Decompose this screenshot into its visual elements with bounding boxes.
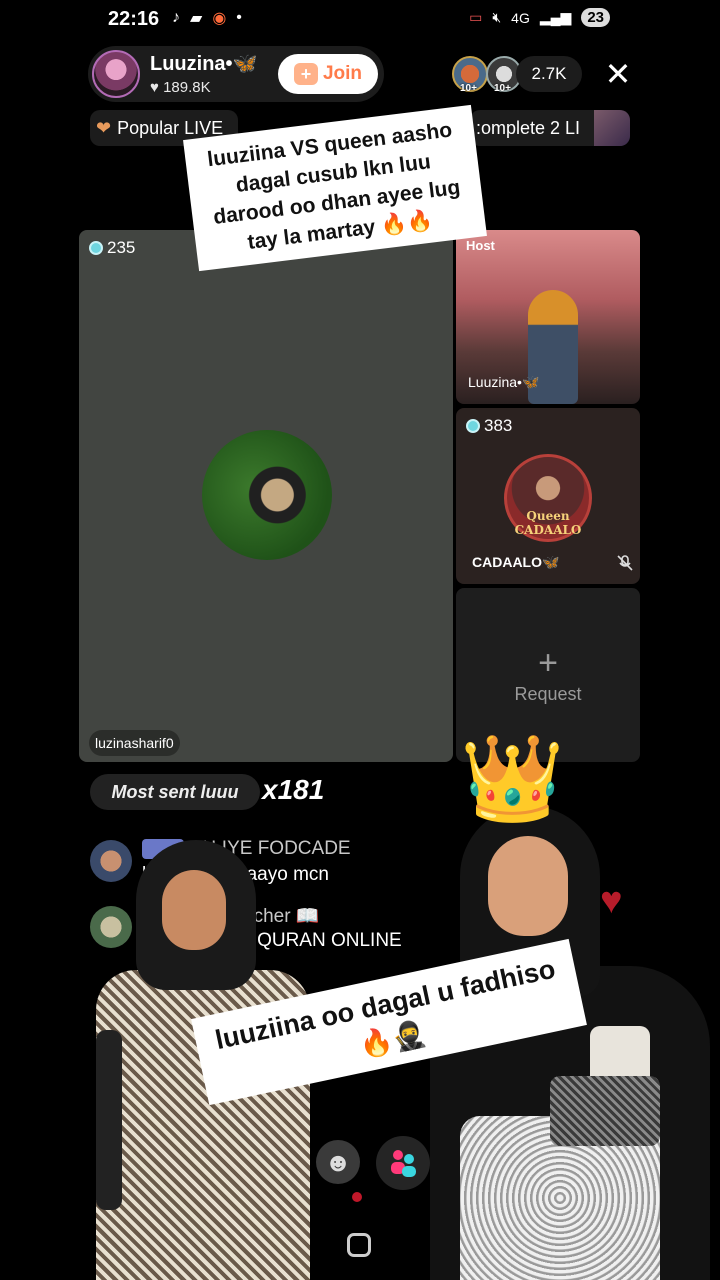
network-label: 4G — [511, 9, 530, 26]
dot-icon: • — [236, 9, 242, 26]
popular-live-label: Popular LIVE — [117, 117, 224, 138]
cast-icon: ▭ — [469, 9, 483, 25]
status-bar: 22:16 ♪ ▰ ◉ • ▭ 🔇︎ 4G ▂▄▆ 23 — [0, 0, 720, 40]
join-button[interactable]: + Join — [278, 54, 378, 94]
signal-icon: ▂▄▆ — [539, 9, 572, 25]
mic-off-icon — [617, 555, 633, 571]
sticker-face — [488, 836, 568, 936]
mute-icon: 🔇︎ — [492, 9, 502, 25]
gem-icon — [466, 419, 480, 433]
host-avatar[interactable] — [92, 50, 140, 98]
notification-dot — [352, 1192, 362, 1202]
join-label: Join — [322, 63, 363, 84]
notification-icons: ♪ ▰ ◉ • — [172, 8, 242, 28]
task-thumbnail — [594, 110, 630, 146]
close-icon[interactable]: ✕ — [600, 56, 636, 92]
tiktok-icon: ♪ — [172, 9, 180, 26]
system-icons: ▭ 🔇︎ 4G ▂▄▆ 23 — [469, 8, 610, 27]
gift-multiplier: x181 — [262, 774, 325, 805]
multi-guest-icon — [391, 1150, 416, 1177]
heart-icon: ♥ — [150, 79, 159, 96]
sticker-bag — [550, 1076, 660, 1146]
task-banner[interactable]: :omplete 2 LI — [470, 110, 630, 146]
host-name: Luuzina•🦋 — [150, 53, 258, 75]
viewer-count[interactable]: 2.7K — [516, 56, 582, 92]
host-video-name: Luuzina•🦋 — [468, 374, 540, 390]
sticker-face — [162, 870, 226, 950]
gift-banner: Most sent luuu — [90, 774, 260, 810]
host-likes: ♥ 189.8K — [150, 79, 211, 96]
gem-value: 383 — [484, 416, 513, 435]
host-label: Host — [466, 238, 495, 253]
host-info[interactable]: Luuzina•🦋 ♥ 189.8K + Join — [88, 46, 384, 102]
battery-indicator: 23 — [581, 8, 610, 27]
request-label: Request — [514, 683, 582, 704]
guest-avatar[interactable] — [202, 430, 332, 560]
viewer-badge: 10+ — [460, 83, 477, 94]
gem-value: 235 — [107, 238, 136, 257]
status-time: 22:16 — [108, 8, 160, 30]
guest-avatar[interactable]: Queen CADAALO — [504, 454, 592, 542]
emoji-button[interactable]: ☻ — [316, 1140, 360, 1184]
crown-icon: 👑 — [460, 731, 565, 825]
host-likes-count: 189.8K — [163, 79, 211, 96]
folder-icon: ▰ — [190, 10, 203, 27]
multi-guest-button[interactable] — [376, 1136, 430, 1190]
home-nav-icon[interactable] — [347, 1233, 371, 1257]
record-icon: ◉ — [212, 10, 227, 27]
viewer-badge: 10+ — [494, 83, 511, 94]
plus-icon: + — [538, 643, 558, 682]
heart-icon: ❤ — [96, 117, 112, 138]
gem-count: 235 — [89, 238, 135, 258]
gem-count: 383 — [466, 416, 512, 436]
guest-avatar-text: Queen CADAALO — [514, 509, 582, 537]
viewer-avatar[interactable]: 10+ — [452, 56, 488, 94]
add-icon: + — [293, 63, 318, 85]
guest-username: luzinasharif0 — [89, 730, 180, 756]
guest-video-main[interactable]: 235 luzinasharif0 — [79, 230, 453, 762]
gem-icon — [89, 241, 103, 255]
guest-video[interactable]: 383 Queen CADAALO CADAALO🦋 — [456, 408, 640, 584]
sticker-sleeve — [96, 1030, 122, 1210]
guest-name: CADAALO🦋 — [472, 554, 560, 570]
task-banner-label: :omplete 2 LI — [476, 117, 581, 138]
host-video[interactable]: Host Luuzina•🦋 — [456, 230, 640, 404]
